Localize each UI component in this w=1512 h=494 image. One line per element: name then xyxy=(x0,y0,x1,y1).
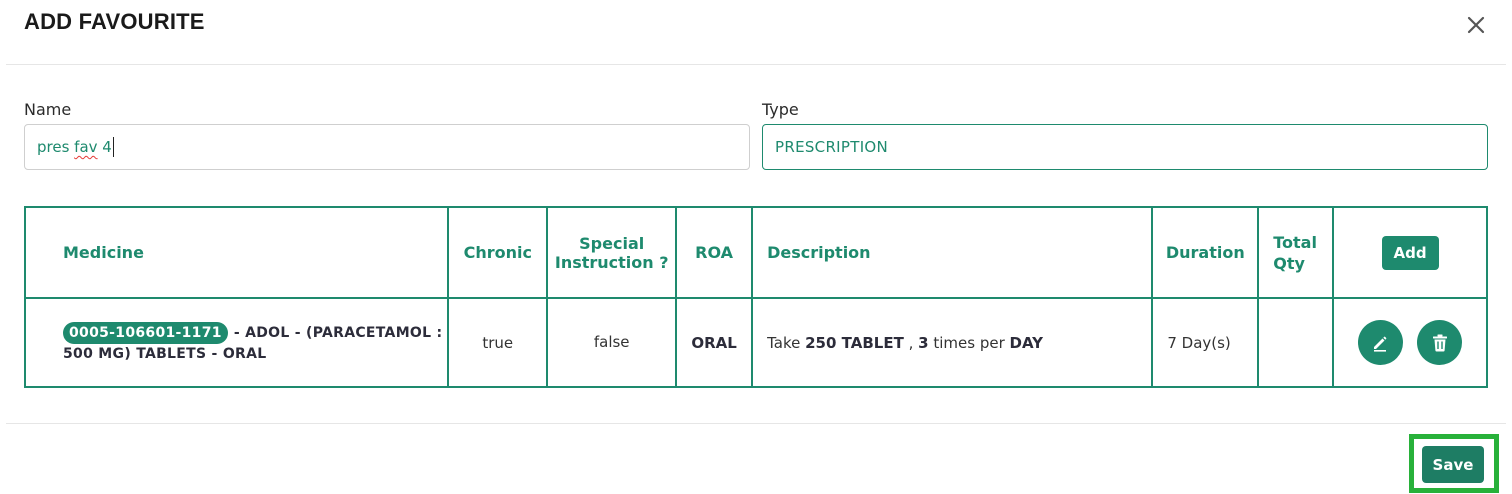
col-roa: ROA xyxy=(675,206,754,299)
save-button[interactable]: Save xyxy=(1422,446,1484,483)
col-description: Description xyxy=(751,206,1154,299)
favourite-items-table: Medicine Chronic Special Instruction ? R… xyxy=(23,206,1488,388)
col-actions: Add xyxy=(1332,206,1488,299)
desc-take: Take xyxy=(767,333,801,352)
medicine-code-badge: 0005-106601-1171 xyxy=(63,321,228,344)
add-row-button[interactable]: Add xyxy=(1381,235,1439,270)
medicine-cell: 0005-106601-1171- ADOL - (PARACETAMOL : … xyxy=(23,297,450,388)
name-input-text-suffix: 4 xyxy=(97,138,112,156)
desc-times-per: times per xyxy=(933,333,1005,352)
dialog-title: ADD FAVOURITE xyxy=(24,9,205,34)
footer-divider xyxy=(6,423,1506,424)
dialog-header: ADD FAVOURITE xyxy=(6,0,1506,65)
roa-cell: ORAL xyxy=(675,297,754,388)
special-instruction-cell: false xyxy=(546,297,678,388)
edit-button[interactable] xyxy=(1357,320,1403,365)
duration-cell: 7 Day(s) xyxy=(1151,297,1260,388)
col-chronic: Chronic xyxy=(447,206,549,299)
type-select[interactable]: PRESCRIPTION xyxy=(762,124,1488,170)
close-icon[interactable] xyxy=(1464,13,1488,37)
desc-period: DAY xyxy=(1009,333,1044,352)
col-medicine: Medicine xyxy=(23,206,450,299)
desc-dose: 250 TABLET xyxy=(805,333,904,352)
desc-frequency: 3 xyxy=(918,333,929,352)
name-label: Name xyxy=(24,100,72,119)
text-caret xyxy=(112,137,114,157)
type-select-value: PRESCRIPTION xyxy=(775,138,889,156)
roa-value: ORAL xyxy=(691,333,737,352)
name-input[interactable]: pres fav 4 xyxy=(24,124,750,170)
trash-icon xyxy=(1432,334,1447,351)
description-cell: Take 250 TABLET , 3 times per DAY xyxy=(751,297,1154,388)
desc-sep: , xyxy=(908,333,914,352)
col-special-instruction: Special Instruction ? xyxy=(546,206,678,299)
type-label: Type xyxy=(762,100,799,119)
delete-button[interactable] xyxy=(1417,320,1463,365)
table-row: 0005-106601-1171- ADOL - (PARACETAMOL : … xyxy=(23,297,1488,388)
table-header-row: Medicine Chronic Special Instruction ? R… xyxy=(23,206,1488,299)
actions-cell xyxy=(1332,297,1488,388)
col-duration: Duration xyxy=(1151,206,1260,299)
chronic-cell: true xyxy=(447,297,549,388)
name-input-text-misspelled: fav xyxy=(74,138,98,156)
total-qty-cell xyxy=(1257,297,1335,388)
edit-icon xyxy=(1374,336,1387,352)
col-total-qty: Total Qty xyxy=(1257,206,1335,299)
name-input-text-prefix: pres xyxy=(37,138,75,156)
